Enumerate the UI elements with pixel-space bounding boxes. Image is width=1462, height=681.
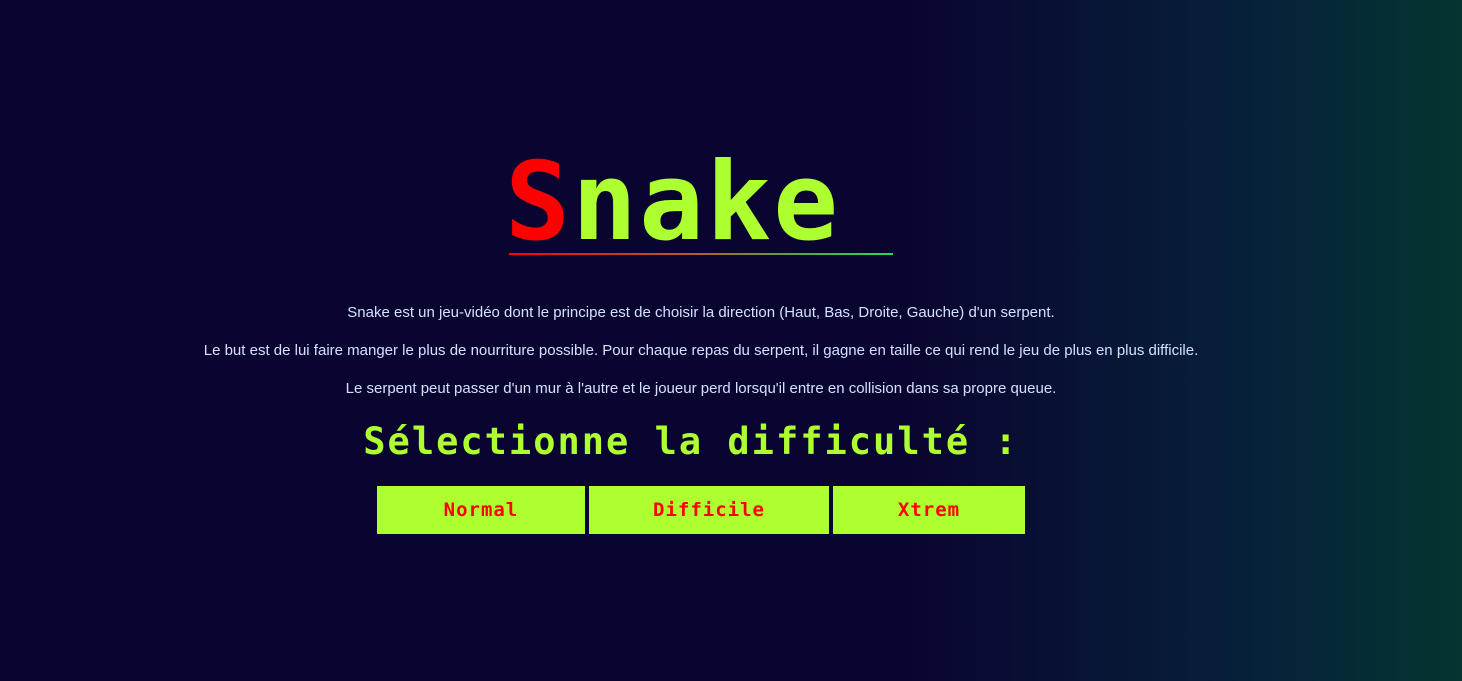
description-line-3: Le serpent peut passer d'un mur à l'autr… <box>345 380 1057 397</box>
difficulty-difficile-button[interactable]: Difficile <box>589 486 829 534</box>
game-logo: Snake <box>505 149 895 260</box>
description-line-1: Snake est un jeu-vidéo dont le principe … <box>347 304 1055 321</box>
difficulty-xtrem-button[interactable]: Xtrem <box>833 486 1025 534</box>
game-title-first-letter: S <box>505 140 573 265</box>
game-description: Snake est un jeu-vidéo dont le principe … <box>0 303 1402 417</box>
difficulty-heading: Sélectionne la difficulté : <box>363 420 1019 463</box>
game-title: Snake <box>505 149 840 257</box>
game-title-rest: nake <box>572 140 841 265</box>
difficulty-normal-button[interactable]: Normal <box>377 486 585 534</box>
description-line-2: Le but est de lui faire manger le plus d… <box>203 342 1199 359</box>
title-underline <box>509 253 893 255</box>
start-screen: Snake Snake est un jeu-vidéo dont le pri… <box>0 0 1462 681</box>
